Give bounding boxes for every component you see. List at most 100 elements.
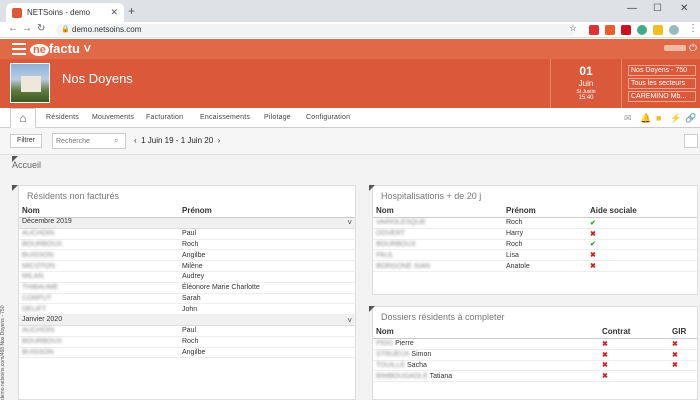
cell-prenom: Milène [179,260,355,272]
table-row[interactable]: PAUL Lisa ✖ [373,249,697,262]
cell-nom: AUCHOIN [19,325,179,337]
col-prenom: Prénom [179,204,355,218]
nav-configuration[interactable]: Configuration [306,114,350,121]
page-title: Accueil [12,160,42,170]
cell-nom: MILAN [19,271,179,283]
bell-icon[interactable]: 🔔 [640,113,651,124]
table-row[interactable]: AUCHOIN Paul [19,228,355,240]
cell-nom: PIDO [376,340,394,348]
check-icon: ✔ [590,219,596,227]
back-icon[interactable]: ← [8,23,18,34]
panel-title: Dossiers résidents à completer [381,312,505,322]
sector-selector[interactable]: Tous les secteurs [628,78,696,89]
table-row[interactable]: BOURBOUX Roch ✔ [373,239,697,251]
group-row[interactable]: Janvier 2020 ˅ [19,314,355,326]
panel-corner-marker [12,185,18,191]
new-tab-icon[interactable]: + [128,4,135,18]
table-row[interactable]: BUISSON Angilbe [19,249,355,262]
cross-icon: ✖ [590,263,596,271]
col-aide-sociale: Aide sociale [587,204,697,218]
table-row[interactable]: STRUEUX Simon ✖ ✖ [373,349,697,361]
filter-bar: Filtrer ⌕ ‹ 1 Juin 19 - 1 Juin 20 › [0,128,700,155]
lightning-icon[interactable]: ⚡ [670,113,681,124]
bookmark-star-icon[interactable]: ☆ [569,23,577,34]
date-day: 01 [579,64,593,78]
cell-nom: TOUILLE [376,361,406,369]
table-row[interactable]: BUISSON Angilbe [19,347,355,359]
cell-nom: THIBAUME [19,282,179,294]
print-icon[interactable] [684,134,698,148]
filter-button[interactable]: Filtrer [10,134,42,148]
power-icon[interactable]: ⏻ [689,43,697,54]
tab-title: NETSoins - demo [27,8,91,17]
home-icon[interactable]: ⌂ [10,108,36,128]
link-icon[interactable]: 🔗 [685,113,696,124]
hamburger-menu-icon[interactable] [12,43,26,55]
residents-table: Nom Prénom Décembre 2019 ˅ AUCHOIN Paul BO… [19,204,355,359]
date-month: Juin [578,79,594,88]
cell-prenom: Harry [503,228,587,240]
table-row[interactable]: CORPUT Sarah [19,293,355,305]
table-row[interactable]: DOVERT Harry ✖ [373,228,697,240]
table-row[interactable]: BOURBOUX Roch [19,336,355,348]
table-row[interactable]: BIMBOUGAOLE Tatiana ✖ [373,370,697,383]
extension-icon-2[interactable] [605,25,615,35]
extension-icon-3[interactable] [621,25,631,35]
cell-prenom: Angilbe [179,347,355,359]
panel-dossiers-a-completer: Dossiers résidents à completer Nom Contr… [372,306,698,400]
table-row[interactable]: MILAN Audrey [19,271,355,283]
nav-encaissements[interactable]: Encaissements [200,114,250,121]
nav-residents[interactable]: Résidents [46,114,79,121]
establishment-selector[interactable]: Nos Doyens - 750 [628,65,696,76]
cell-nom: DELIFT [19,303,179,316]
browser-tab[interactable]: NETSoins - demo ✕ [6,3,124,22]
table-row[interactable]: BOURBOUX Roch [19,239,355,251]
cell-nom: DOVERT [373,228,503,240]
cell-prenom: Tatiana [429,372,453,380]
chevron-down-icon[interactable]: ˅ [347,218,352,227]
table-row[interactable]: AUCHOIN Paul [19,325,355,337]
nav-facturation[interactable]: Facturation [146,114,183,121]
table-row[interactable]: MICOTON Milène [19,260,355,272]
extension-icon-5[interactable] [653,25,663,35]
chevron-down-icon[interactable]: ˅ [347,316,352,325]
cell-nom: VARIOLESQUE [373,217,503,229]
extension-icon-1[interactable] [589,25,599,35]
table-row[interactable]: THIBAUME Éléonore Marie Charlotte [19,282,355,294]
panel-title: Résidents non facturés [27,191,120,201]
table-row[interactable]: PIDO Pierre ✖ ✖ [373,338,697,350]
maximize-icon[interactable]: ☐ [653,3,662,14]
url-field[interactable]: 🔒 demo.netsoins.com [56,24,576,36]
cell-nom: BOURBOUX [19,239,179,251]
cell-nom: BOURBOUX [373,239,503,251]
cross-icon: ✖ [672,362,678,370]
cell-nom: STRUEUX [376,351,410,359]
main-nav: ⌂ Résidents Mouvements Facturation Encai… [0,108,700,128]
table-row[interactable]: VARIOLESQUE Roch ✔ [373,217,697,229]
table-row[interactable]: BORGONE SIAN Anatole ✖ [373,260,697,272]
forward-icon[interactable]: → [22,23,32,34]
col-nom: Nom [19,204,179,218]
table-row[interactable]: DELIFT John [19,303,355,316]
message-icon[interactable]: ✉ [624,113,632,124]
table-row[interactable]: TOUILLE Sacha ✖ ✖ [373,360,697,372]
cell-nom: BORGONE SIAN [373,260,503,272]
close-tab-icon[interactable]: ✕ [110,7,118,18]
nav-pilotage[interactable]: Pilotage [264,114,291,121]
reload-icon[interactable]: ↻ [37,23,45,34]
cell-prenom: Éléonore Marie Charlotte [179,282,355,294]
user-selector[interactable]: CAREMINO Mb... [628,91,696,102]
period-selector[interactable]: ‹ 1 Juin 19 - 1 Juin 20 › [134,136,220,145]
extension-icon-4[interactable] [637,25,647,35]
group-row[interactable]: Décembre 2019 ˅ [19,217,355,229]
app-logo[interactable]: ne factu ˅ [30,41,91,56]
app-topbar: ne factu ˅ ⏻ [0,39,700,59]
nav-mouvements[interactable]: Mouvements [92,114,134,121]
chrome-menu-icon[interactable]: ⋮ [688,23,698,34]
minimize-icon[interactable]: — [627,3,637,14]
panel-hospitalisations: Hospitalisations + de 20 j Nom Prénom Ai… [372,185,698,295]
user-name-blurred[interactable] [664,45,686,51]
close-window-icon[interactable]: ✕ [680,3,688,14]
note-icon[interactable]: ■ [656,113,661,123]
profile-avatar-icon[interactable] [669,25,679,35]
